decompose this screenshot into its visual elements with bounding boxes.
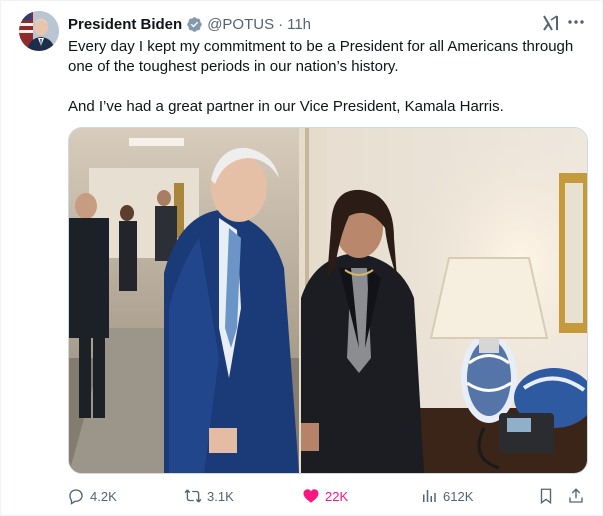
tweet-header: President Biden @POTUS · 11h <box>68 14 311 34</box>
views-count: 612K <box>443 488 474 504</box>
separator-dot: · <box>278 15 284 33</box>
reply-icon <box>69 489 83 505</box>
repost-button[interactable]: 3.1K <box>184 485 234 507</box>
photo-image <box>69 128 587 473</box>
verified-badge-icon[interactable] <box>186 16 203 33</box>
tweet-actions: 4.2K 3.1K 22K 612K <box>67 485 589 507</box>
tweet-text-paragraph-2: And I’ve had a great partner in our Vice… <box>68 98 504 115</box>
tweet-text: Every day I kept my commitment to be a P… <box>68 37 588 117</box>
tweet-text-paragraph-1: Every day I kept my commitment to be a P… <box>68 38 574 75</box>
tweet-card[interactable]: President Biden @POTUS · 11h Every day I… <box>0 0 603 516</box>
bookmark-button[interactable] <box>537 485 555 507</box>
avatar-image <box>19 11 59 51</box>
views-icon <box>423 490 436 502</box>
like-button[interactable]: 22K <box>302 485 348 507</box>
share-button[interactable] <box>567 485 585 507</box>
like-count: 22K <box>325 488 349 504</box>
grok-icon[interactable] <box>541 13 561 33</box>
views-button[interactable]: 612K <box>420 485 473 507</box>
author-name[interactable]: President Biden <box>68 16 182 33</box>
tweet-timestamp[interactable]: 11h <box>287 16 311 33</box>
more-icon[interactable] <box>565 11 587 33</box>
reply-button[interactable]: 4.2K <box>67 485 117 507</box>
avatar[interactable] <box>19 11 59 51</box>
repost-icon <box>184 489 202 503</box>
reply-count: 4.2K <box>90 488 117 504</box>
heart-icon <box>303 489 319 503</box>
author-handle[interactable]: @POTUS <box>207 16 274 33</box>
share-icon <box>569 488 583 503</box>
tweet-photo[interactable] <box>68 127 588 474</box>
repost-count: 3.1K <box>207 488 234 504</box>
bookmark-icon <box>540 488 552 505</box>
